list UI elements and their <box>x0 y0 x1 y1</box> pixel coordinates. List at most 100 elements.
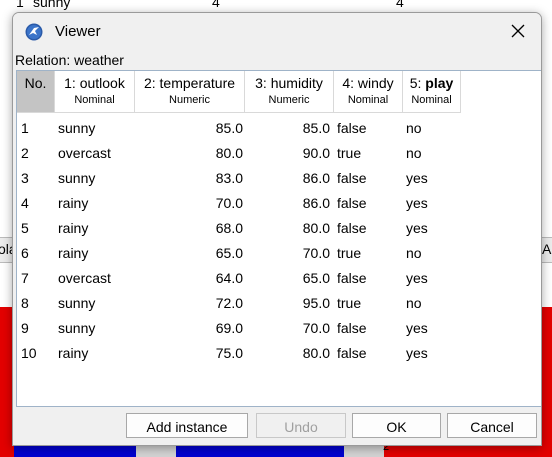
cell-windy[interactable]: false <box>337 116 405 141</box>
cell-outlook[interactable]: sunny <box>58 291 136 316</box>
cell-humidity[interactable]: 95.0 <box>244 291 330 316</box>
cell-temperature[interactable]: 85.0 <box>138 116 243 141</box>
ok-button[interactable]: OK <box>352 413 441 438</box>
cell-outlook[interactable]: overcast <box>58 266 136 291</box>
cell-windy[interactable]: false <box>337 266 405 291</box>
cell-humidity[interactable]: 90.0 <box>244 141 330 166</box>
cell-windy[interactable]: false <box>337 216 405 241</box>
cell-humidity[interactable]: 80.0 <box>244 216 330 241</box>
table-row[interactable]: 10 rainy 75.0 80.0 false yes <box>17 341 541 366</box>
cell-temperature[interactable]: 64.0 <box>138 266 243 291</box>
cell-outlook[interactable]: rainy <box>58 191 136 216</box>
cell-outlook[interactable]: overcast <box>58 141 136 166</box>
cell-play[interactable]: yes <box>406 191 462 216</box>
table-row[interactable]: 1 sunny 85.0 85.0 false no <box>17 116 541 141</box>
cell-humidity[interactable]: 70.0 <box>244 316 330 341</box>
cell-play[interactable]: no <box>406 141 462 166</box>
weka-bird-icon <box>25 23 43 41</box>
cell-temperature[interactable]: 69.0 <box>138 316 243 341</box>
cell-play[interactable]: no <box>406 116 462 141</box>
cell-windy[interactable]: false <box>337 341 405 366</box>
cell-temperature[interactable]: 75.0 <box>138 341 243 366</box>
cell-outlook[interactable]: rainy <box>58 216 136 241</box>
cell-windy[interactable]: true <box>337 141 405 166</box>
column-type: Nominal <box>74 94 115 106</box>
column-header-windy[interactable]: 4: windy Nominal <box>334 71 403 113</box>
column-name: play <box>425 75 454 91</box>
relation-label: Relation: weather <box>15 52 124 68</box>
table-row[interactable]: 2 overcast 80.0 90.0 true no <box>17 141 541 166</box>
column-header-play[interactable]: 5: play Nominal <box>403 71 461 113</box>
title-bar[interactable]: Viewer <box>13 13 541 49</box>
column-header-title: 5: play <box>403 75 460 91</box>
window-title: Viewer <box>55 23 101 40</box>
column-type: Numeric <box>268 94 310 106</box>
cell-temperature[interactable]: 83.0 <box>138 166 243 191</box>
cell-play[interactable]: yes <box>406 166 462 191</box>
cell-humidity[interactable]: 70.0 <box>244 241 330 266</box>
cancel-button[interactable]: Cancel <box>447 413 537 438</box>
cell-no[interactable]: 6 <box>21 241 51 266</box>
column-index: 3: <box>255 75 271 91</box>
data-table[interactable]: No. 1: outlook Nominal 2: temperature Nu… <box>16 70 541 407</box>
cell-outlook[interactable]: sunny <box>58 316 136 341</box>
cell-outlook[interactable]: sunny <box>58 116 136 141</box>
close-button[interactable] <box>495 13 541 49</box>
column-name: temperature <box>159 75 236 91</box>
cell-no[interactable]: 1 <box>21 116 51 141</box>
column-header-temperature[interactable]: 2: temperature Numeric <box>135 71 245 113</box>
cell-windy[interactable]: true <box>337 291 405 316</box>
cell-windy[interactable]: true <box>337 241 405 266</box>
cell-play[interactable]: yes <box>406 216 462 241</box>
column-header-humidity[interactable]: 3: humidity Numeric <box>245 71 334 113</box>
column-header-title: 3: humidity <box>245 75 333 91</box>
cell-temperature[interactable]: 70.0 <box>138 191 243 216</box>
cell-no[interactable]: 9 <box>21 316 51 341</box>
cell-humidity[interactable]: 85.0 <box>244 116 330 141</box>
bg-tab-label: Al <box>542 241 552 257</box>
cell-no[interactable]: 5 <box>21 216 51 241</box>
cell-no[interactable]: 8 <box>21 291 51 316</box>
column-header-title: 2: temperature <box>135 75 244 91</box>
cell-temperature[interactable]: 68.0 <box>138 216 243 241</box>
table-row[interactable]: 3 sunny 83.0 86.0 false yes <box>17 166 541 191</box>
cell-play[interactable]: yes <box>406 341 462 366</box>
column-header-outlook[interactable]: 1: outlook Nominal <box>55 71 135 113</box>
column-name: outlook <box>79 75 125 91</box>
table-row[interactable]: 4 rainy 70.0 86.0 false yes <box>17 191 541 216</box>
cell-outlook[interactable]: rainy <box>58 341 136 366</box>
cell-windy[interactable]: false <box>337 166 405 191</box>
cell-play[interactable]: no <box>406 291 462 316</box>
column-header-title: 1: outlook <box>55 75 134 91</box>
add-instance-button[interactable]: Add instance <box>126 413 248 438</box>
cell-no[interactable]: 10 <box>21 341 51 366</box>
cell-no[interactable]: 2 <box>21 141 51 166</box>
cell-humidity[interactable]: 80.0 <box>244 341 330 366</box>
table-row[interactable]: 9 sunny 69.0 70.0 false yes <box>17 316 541 341</box>
column-type: Numeric <box>169 94 210 106</box>
cell-humidity[interactable]: 65.0 <box>244 266 330 291</box>
table-row[interactable]: 5 rainy 68.0 80.0 false yes <box>17 216 541 241</box>
cell-no[interactable]: 7 <box>21 266 51 291</box>
cell-no[interactable]: 4 <box>21 191 51 216</box>
cell-humidity[interactable]: 86.0 <box>244 166 330 191</box>
undo-button[interactable]: Undo <box>256 413 346 438</box>
cell-temperature[interactable]: 65.0 <box>138 241 243 266</box>
cell-play[interactable]: no <box>406 241 462 266</box>
column-header-no[interactable]: No. <box>17 71 55 113</box>
cell-play[interactable]: yes <box>406 316 462 341</box>
column-index: 5: <box>409 75 426 91</box>
cell-temperature[interactable]: 80.0 <box>138 141 243 166</box>
column-name: windy <box>357 75 394 91</box>
cell-humidity[interactable]: 86.0 <box>244 191 330 216</box>
table-row[interactable]: 6 rainy 65.0 70.0 true no <box>17 241 541 266</box>
cell-outlook[interactable]: rainy <box>58 241 136 266</box>
cell-windy[interactable]: false <box>337 316 405 341</box>
cell-play[interactable]: yes <box>406 266 462 291</box>
table-row[interactable]: 7 overcast 64.0 65.0 false yes <box>17 266 541 291</box>
table-row[interactable]: 8 sunny 72.0 95.0 true no <box>17 291 541 316</box>
cell-no[interactable]: 3 <box>21 166 51 191</box>
cell-temperature[interactable]: 72.0 <box>138 291 243 316</box>
cell-outlook[interactable]: sunny <box>58 166 136 191</box>
cell-windy[interactable]: false <box>337 191 405 216</box>
